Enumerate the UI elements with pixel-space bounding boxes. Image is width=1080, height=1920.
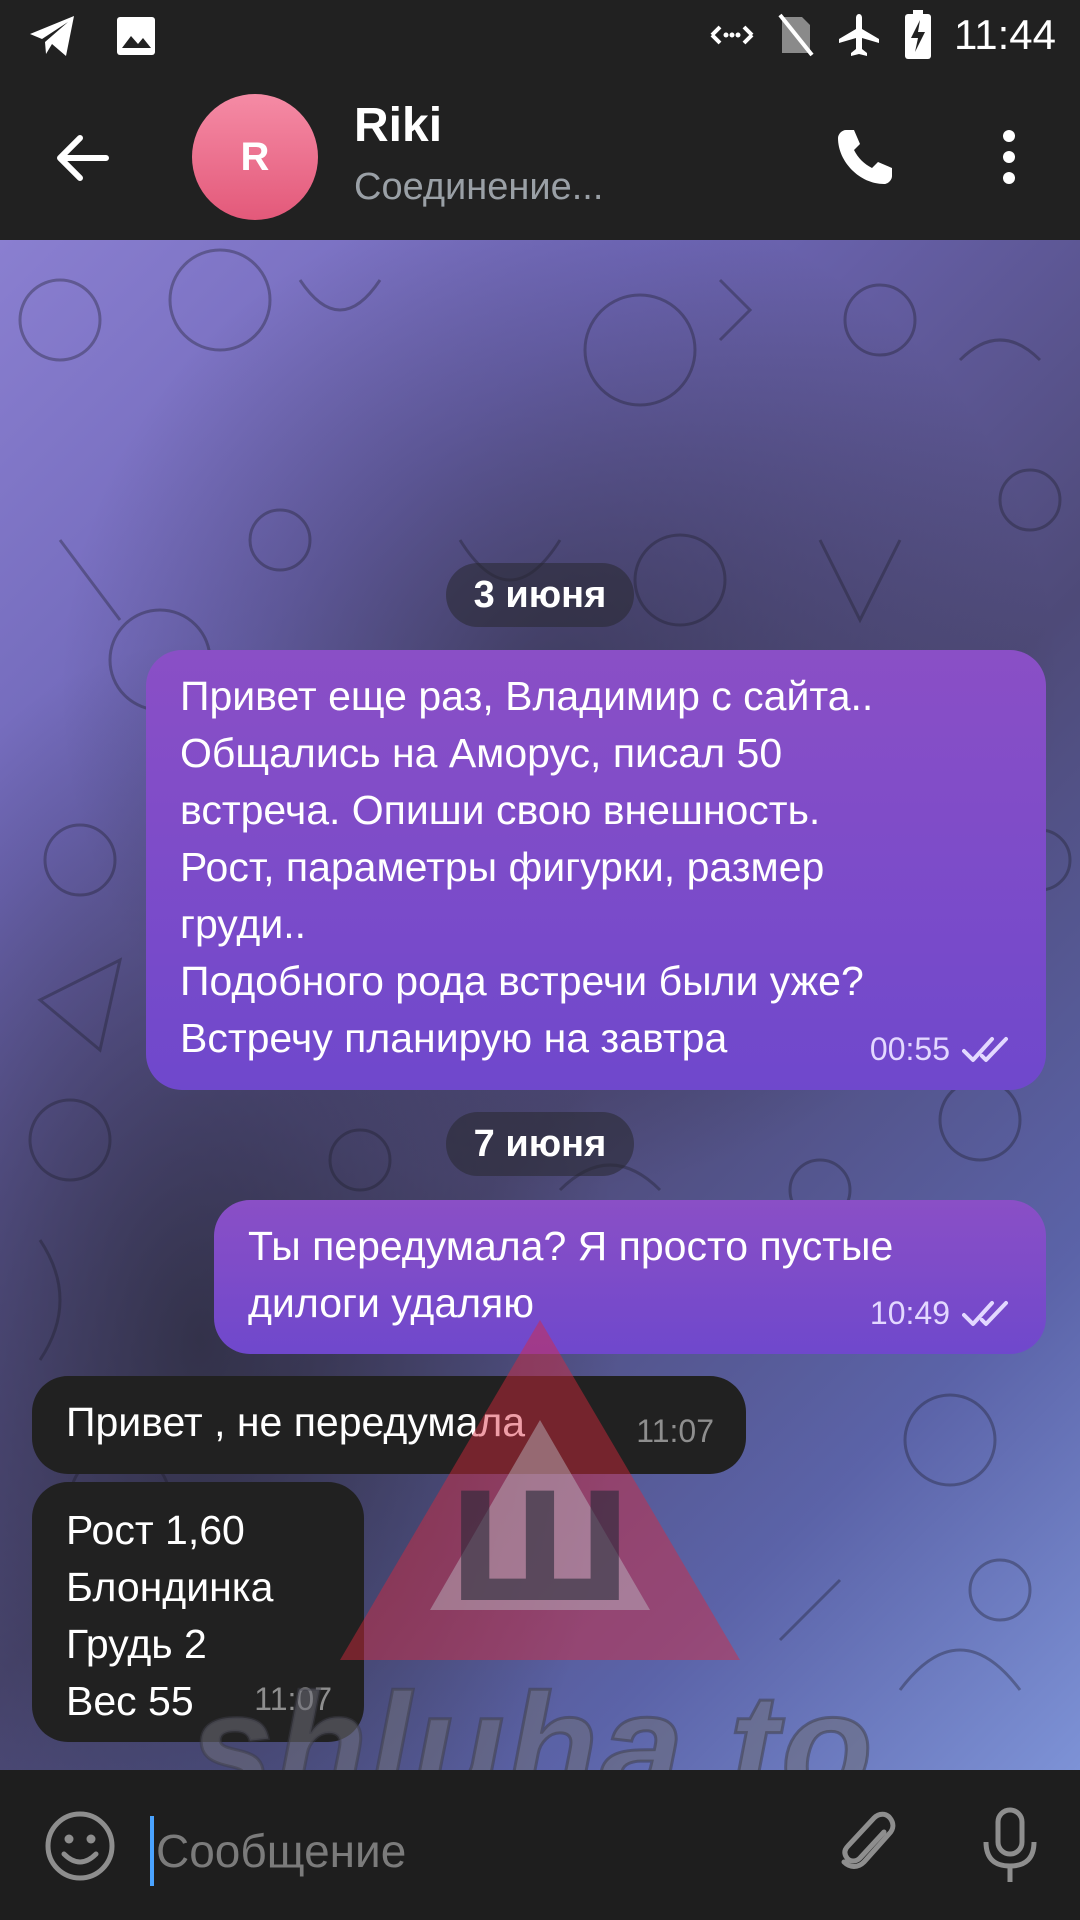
outgoing-message[interactable]: Ты передумала? Я просто пустые дилоги уд…	[214, 1200, 1046, 1354]
paperclip-icon[interactable]	[832, 1808, 906, 1882]
microphone-icon[interactable]	[980, 1806, 1040, 1886]
message-text: Привет еще раз, Владимир с сайта.. Общал…	[180, 673, 874, 1061]
message-time: 00:55	[869, 1031, 950, 1067]
message-composer	[0, 1770, 1080, 1920]
airplane-icon	[839, 14, 879, 56]
message-meta: 00:55	[870, 1021, 1016, 1078]
message-time: 10:49	[869, 1295, 950, 1331]
emoji-icon[interactable]	[44, 1810, 116, 1882]
telegram-icon	[30, 16, 74, 56]
chat-area[interactable]: 3 июня Привет еще раз, Владимир с сайта.…	[0, 240, 1080, 1770]
chat-title[interactable]: Riki	[354, 98, 442, 153]
date-separator: 3 июня	[446, 563, 634, 627]
date-label: 3 июня	[473, 573, 607, 616]
date-label: 7 июня	[473, 1122, 607, 1165]
incoming-message[interactable]: Рост 1,60 Блондинка Грудь 2 Вес 55 11:07	[32, 1482, 364, 1742]
avatar[interactable]: R	[192, 94, 318, 220]
message-time: 11:07	[636, 1413, 714, 1449]
phone-icon[interactable]	[832, 124, 898, 190]
telegram-chat-screen: 11:44 R Riki Соединение... 3 июня Привет…	[0, 0, 1080, 1920]
outgoing-message[interactable]: Привет еще раз, Владимир с сайта.. Общал…	[146, 650, 1046, 1090]
date-separator: 7 июня	[446, 1112, 634, 1176]
data-transfer-icon	[710, 25, 754, 45]
double-check-icon	[962, 1300, 1008, 1326]
double-check-icon	[962, 1036, 1008, 1062]
more-vertical-icon[interactable]	[986, 124, 1032, 190]
incoming-message[interactable]: Привет , не передумала 11:07	[32, 1376, 746, 1474]
back-arrow-icon[interactable]	[50, 126, 114, 190]
status-bar: 11:44	[0, 0, 1080, 76]
status-time: 11:44	[954, 11, 1056, 58]
chat-header: R Riki Соединение...	[0, 76, 1080, 240]
image-icon	[117, 17, 155, 55]
message-time: 11:07	[254, 1681, 332, 1717]
message-meta: 10:49	[870, 1285, 1016, 1342]
no-sim-icon	[778, 13, 814, 57]
avatar-letter: R	[240, 134, 270, 179]
chat-status: Соединение...	[354, 166, 604, 208]
battery-charging-icon	[905, 10, 931, 59]
message-input[interactable]	[154, 1810, 798, 1892]
